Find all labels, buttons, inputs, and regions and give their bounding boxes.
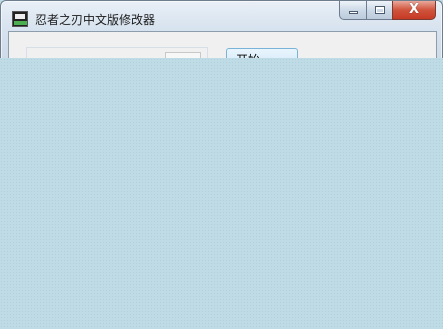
window-client-area: 开始 [8,31,437,59]
caption-buttons: X [339,1,436,21]
title-bar[interactable]: 忍者之刃中文版修改器 X [1,1,442,31]
app-icon-bottom-shape [14,21,27,25]
window-title: 忍者之刃中文版修改器 [35,13,156,27]
desktop-background [0,58,443,329]
maximize-icon [375,6,385,14]
close-icon: X [408,2,420,17]
minimize-icon [349,11,358,14]
close-button[interactable]: X [392,1,436,20]
app-icon-top-shape [15,14,25,19]
maximize-button[interactable] [366,1,392,20]
minimize-button[interactable] [339,1,366,20]
trainer-window: 忍者之刃中文版修改器 X 开始 [0,0,443,59]
app-icon[interactable] [12,11,28,27]
screen: 忍者之刃中文版修改器 X 开始 [0,0,443,329]
